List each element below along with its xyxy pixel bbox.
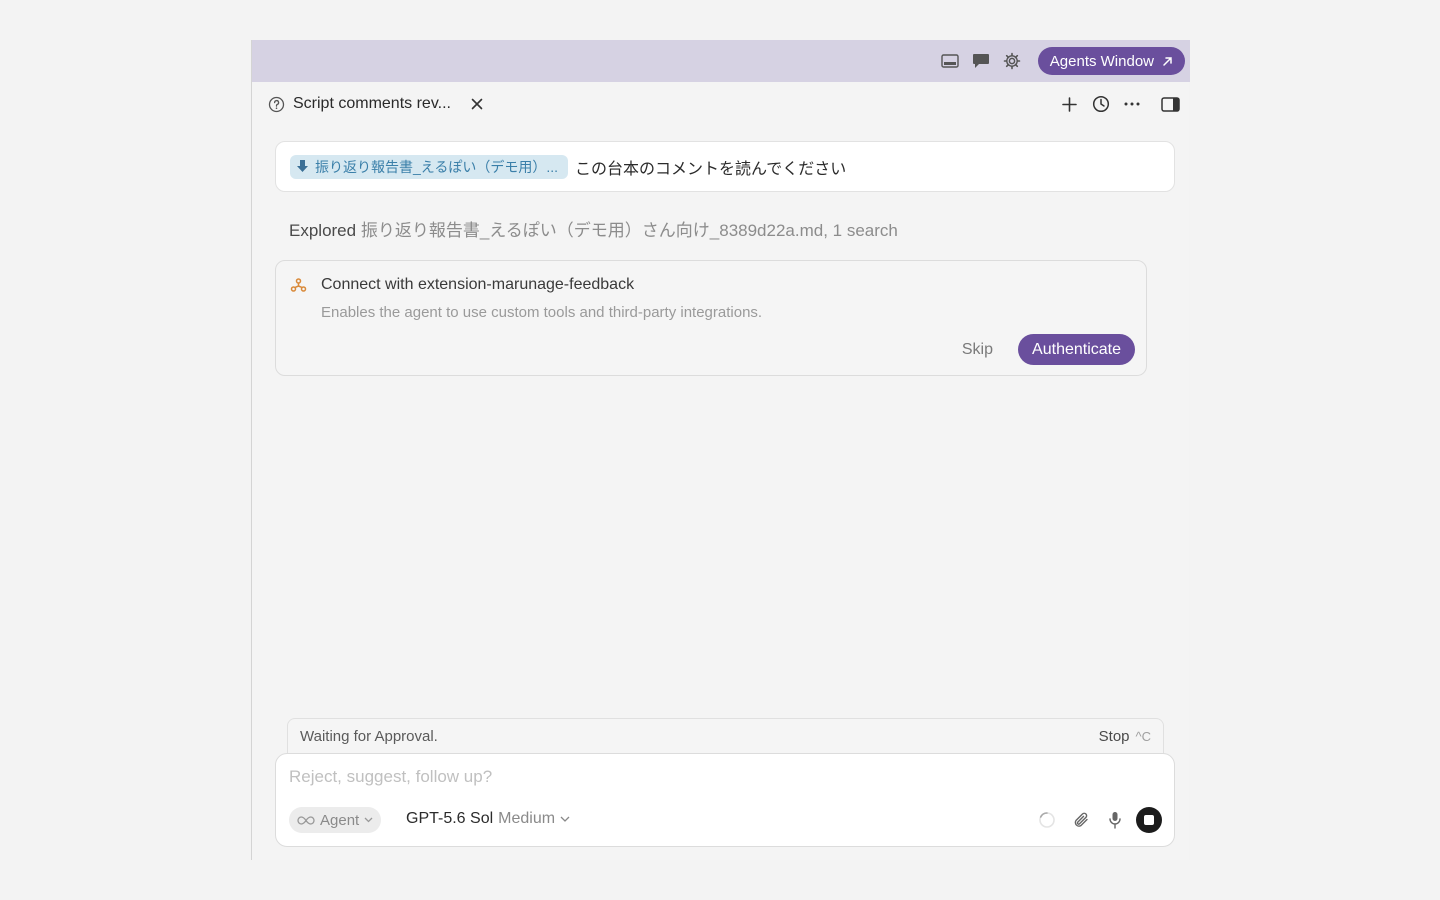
- composer: Agent GPT-5.6 Sol Medium: [275, 753, 1175, 847]
- microphone-icon[interactable]: [1102, 807, 1128, 833]
- connect-title: Connect with extension-marunage-feedback: [321, 276, 635, 293]
- stop-shortcut: ^C: [1135, 729, 1152, 744]
- paperclip-icon[interactable]: [1068, 807, 1094, 833]
- infinity-icon: [297, 815, 315, 825]
- help-circle-icon: [268, 96, 285, 112]
- user-message[interactable]: 振り返り報告書_えるぽい（デモ用）... この台本のコメントを読んでください: [275, 141, 1175, 192]
- tab-actions: [1058, 92, 1182, 116]
- close-icon[interactable]: [469, 96, 485, 112]
- agent-window: Agents Window Script comments rev... 振り返…: [251, 40, 1190, 860]
- agent-mode-label: Agent: [320, 811, 360, 829]
- agents-window-button[interactable]: Agents Window: [1037, 47, 1185, 75]
- integration-icon: [290, 276, 307, 298]
- history-icon[interactable]: [1089, 92, 1112, 116]
- file-download-icon: [297, 160, 308, 172]
- more-icon[interactable]: [1120, 92, 1143, 116]
- approval-status-bar: Waiting for Approval. Stop ^C: [287, 718, 1164, 754]
- chat-icon[interactable]: [966, 46, 997, 76]
- gear-icon[interactable]: [997, 46, 1028, 76]
- composer-actions: [1034, 807, 1162, 833]
- composer-input[interactable]: [289, 766, 1159, 788]
- status-text: Waiting for Approval.: [300, 728, 438, 745]
- toggle-sidebar-icon[interactable]: [1159, 92, 1182, 116]
- agents-window-label: Agents Window: [1049, 52, 1154, 70]
- authenticate-button[interactable]: Authenticate: [1018, 334, 1135, 365]
- chevron-down-icon: [560, 816, 570, 822]
- model-selector[interactable]: GPT-5.6 Sol Medium: [406, 810, 570, 828]
- stop-button[interactable]: Stop ^C: [1099, 728, 1151, 745]
- connect-description: Enables the agent to use custom tools an…: [321, 304, 763, 321]
- stop-square-icon: [1144, 815, 1154, 825]
- external-arrow-icon: [1163, 56, 1172, 66]
- tab-bar: Script comments rev...: [252, 82, 1190, 126]
- connect-card: Connect with extension-marunage-feedback…: [275, 260, 1147, 376]
- explored-verb: Explored: [289, 221, 357, 240]
- plus-icon[interactable]: [1058, 92, 1081, 116]
- skip-button[interactable]: Skip: [962, 341, 993, 359]
- model-level: Medium: [498, 810, 556, 827]
- stop-generation-button[interactable]: [1136, 807, 1162, 833]
- user-message-text: この台本のコメントを読んでください: [575, 160, 847, 178]
- file-chip[interactable]: 振り返り報告書_えるぽい（デモ用）...: [290, 154, 569, 179]
- panel-icon[interactable]: [935, 46, 966, 76]
- explored-summary[interactable]: Explored 振り返り報告書_えるぽい（デモ用）さん向け_8389d22a.…: [289, 216, 898, 241]
- stop-label: Stop: [1098, 728, 1130, 745]
- model-name: GPT-5.6 Sol: [406, 810, 494, 827]
- loading-spinner-icon: [1034, 807, 1060, 833]
- tab-script-comments[interactable]: Script comments rev...: [252, 82, 485, 126]
- file-chip-label: 振り返り報告書_えるぽい（デモ用）...: [315, 158, 559, 175]
- agent-mode-selector[interactable]: Agent: [289, 807, 382, 833]
- chevron-down-icon: [364, 817, 373, 823]
- tab-title: Script comments rev...: [293, 95, 451, 112]
- title-bar: Agents Window: [252, 40, 1190, 82]
- explored-detail: 振り返り報告書_えるぽい（デモ用）さん向け_8389d22a.md, 1 sea…: [360, 221, 898, 240]
